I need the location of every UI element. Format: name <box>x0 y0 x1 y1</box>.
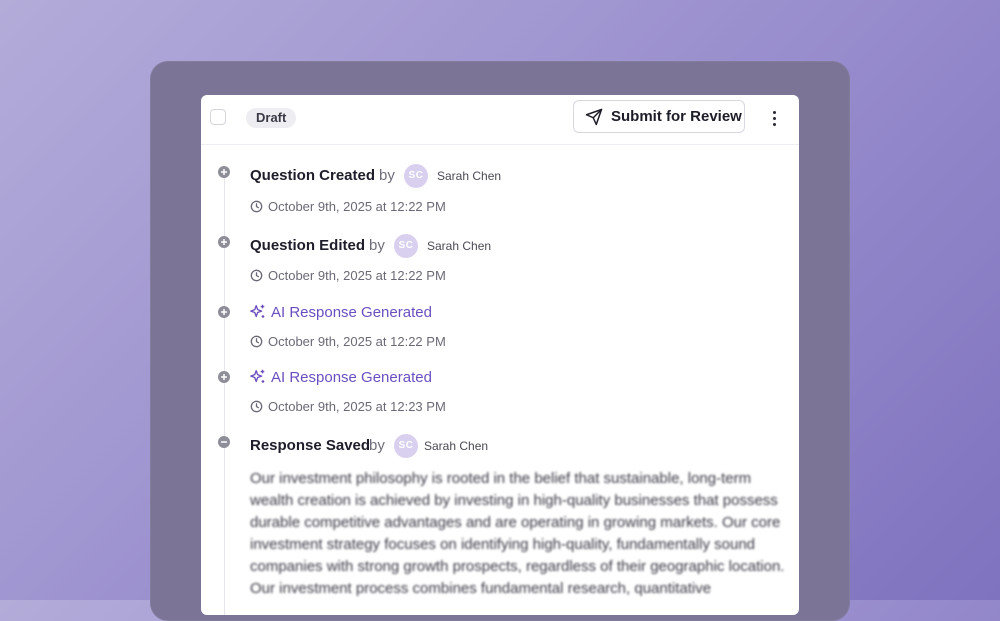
plus-circle-icon[interactable] <box>218 236 230 248</box>
ai-event-title: AI Response Generated <box>249 368 432 386</box>
event-title: Question Created <box>250 167 376 184</box>
timestamp-text: October 9th, 2025 at 12:22 PM <box>268 334 446 349</box>
timestamp-text: October 9th, 2025 at 12:23 PM <box>268 399 446 414</box>
sparkle-icon <box>250 369 265 383</box>
clock-icon <box>250 269 263 282</box>
event-title: Question Edited <box>250 237 366 254</box>
more-options-button[interactable] <box>764 107 784 129</box>
select-checkbox[interactable] <box>210 109 226 125</box>
clock-icon <box>250 400 263 413</box>
avatar: SC <box>394 434 418 458</box>
panel-header: Draft Submit for Review <box>201 95 799 145</box>
clock-icon <box>250 200 263 213</box>
by-label: by <box>379 167 395 184</box>
sparkle-icon <box>250 304 265 318</box>
ai-event-label: AI Response Generated <box>271 368 432 386</box>
kebab-dot <box>772 116 776 120</box>
by-label: by <box>369 237 385 254</box>
timestamp-text: October 9th, 2025 at 12:22 PM <box>268 199 446 214</box>
plus-circle-icon[interactable] <box>218 166 230 178</box>
ai-event-title: AI Response Generated <box>249 303 432 321</box>
avatar: SC <box>404 164 428 188</box>
submit-for-review-button[interactable]: Submit for Review <box>573 100 745 133</box>
clock-icon <box>250 335 263 348</box>
by-label: by <box>369 437 385 454</box>
minus-circle-icon[interactable] <box>218 436 230 448</box>
plus-circle-icon[interactable] <box>218 371 230 383</box>
event-timestamp: October 9th, 2025 at 12:22 PM <box>250 199 446 214</box>
user-name: Sarah Chen <box>427 239 492 253</box>
kebab-dot <box>772 122 776 126</box>
ai-event-label: AI Response Generated <box>271 303 432 321</box>
kebab-dot <box>772 110 776 114</box>
activity-panel: Draft Submit for Review Question Created… <box>201 95 799 615</box>
event-title: Response Saved <box>250 437 371 454</box>
send-icon <box>585 108 603 125</box>
user-name: Sarah Chen <box>424 439 489 453</box>
user-name: Sarah Chen <box>437 169 502 183</box>
submit-button-label: Submit for Review <box>611 108 742 125</box>
event-timestamp: October 9th, 2025 at 12:23 PM <box>250 399 446 414</box>
timestamp-text: October 9th, 2025 at 12:22 PM <box>268 268 446 283</box>
event-timestamp: October 9th, 2025 at 12:22 PM <box>250 268 446 283</box>
avatar: SC <box>394 234 418 258</box>
event-timestamp: October 9th, 2025 at 12:22 PM <box>250 334 446 349</box>
plus-circle-icon[interactable] <box>218 306 230 318</box>
status-badge: Draft <box>246 108 297 128</box>
response-text: Our investment philosophy is rooted in t… <box>250 470 785 597</box>
